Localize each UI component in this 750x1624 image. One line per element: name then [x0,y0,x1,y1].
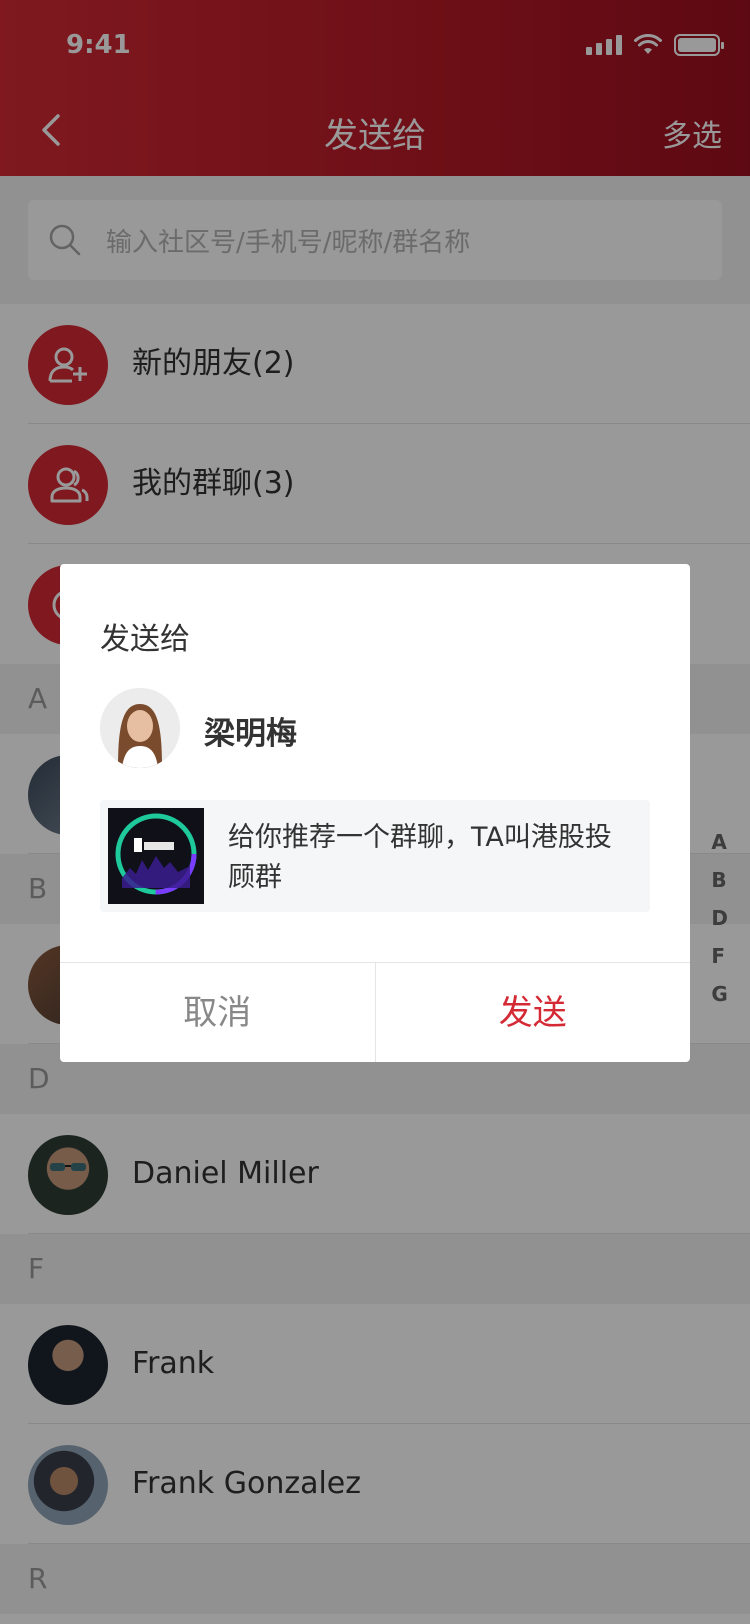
dialog-actions: 取消 发送 [60,962,690,1062]
recipient-avatar [100,688,180,768]
dialog-title: 发送给 [100,622,190,657]
recipient-name: 梁明梅 [204,716,297,752]
group-share-card: 给你推荐一个群聊，TA叫港股投顾群 [100,800,650,912]
group-thumbnail [108,808,204,904]
send-button[interactable]: 发送 [376,963,691,1062]
share-message: 给你推荐一个群聊，TA叫港股投顾群 [228,822,612,893]
cancel-button[interactable]: 取消 [60,963,376,1062]
send-to-dialog: 发送给 梁明梅 给你推荐一个群聊，TA叫港股投顾群 取消 发送 [60,564,690,1062]
